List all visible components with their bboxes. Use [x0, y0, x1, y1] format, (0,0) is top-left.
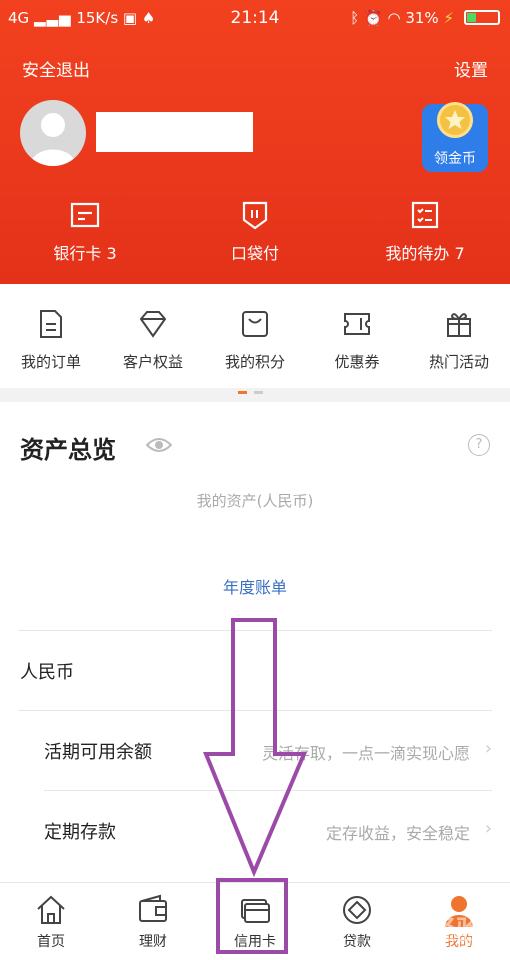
alarm-icon: ⏰: [363, 9, 383, 27]
bluetooth-icon: ᛒ: [350, 9, 360, 27]
tab-wealth-label: 理财: [139, 934, 167, 950]
home-icon: [34, 893, 68, 927]
my-assets-subtitle: 我的资产(人民币): [196, 492, 314, 510]
profile-header: 4G ▂▃▅ 15K/s ▣ ♠ 21:14 ᛒ ⏰ ◠ 31% ⚡ 安全退出 …: [0, 0, 510, 284]
chevron-right-icon: ›: [484, 818, 492, 839]
my-orders-button[interactable]: 我的订单: [0, 309, 102, 372]
tab-home-label: 首页: [37, 934, 65, 950]
annotation-arrow: [203, 618, 308, 878]
todo-button[interactable]: 我的待办 7: [340, 200, 510, 264]
page-indicator: [238, 379, 270, 398]
annual-bill-link[interactable]: 年度账单: [0, 574, 510, 598]
hot-events-label: 热门活动: [428, 353, 489, 371]
eye-icon[interactable]: [145, 436, 173, 458]
bank-card-button[interactable]: 银行卡 3: [0, 200, 170, 264]
coupons-button[interactable]: 优惠券: [306, 309, 408, 372]
settings-button[interactable]: 设置: [454, 56, 488, 81]
tab-home[interactable]: 首页: [0, 893, 102, 951]
battery-percent: 31%: [405, 9, 439, 27]
shortcut-bar: 我的订单 客户权益 我的积分 优惠券 热门活动: [0, 284, 510, 394]
tab-wealth[interactable]: 理财: [102, 893, 204, 951]
my-orders-label: 我的订单: [20, 353, 81, 371]
tab-loan-label: 贷款: [343, 934, 371, 950]
todo-icon: [410, 200, 440, 230]
collect-coin-label: 领金币: [434, 151, 476, 167]
todo-label: 我的待办 7: [385, 244, 465, 263]
charging-icon: ⚡: [443, 9, 454, 27]
customer-benefits-label: 客户权益: [122, 353, 183, 371]
status-right: ᛒ ⏰ ◠ 31% ⚡: [350, 9, 454, 27]
hot-events-button[interactable]: 热门活动: [408, 309, 510, 372]
help-icon[interactable]: ?: [468, 434, 490, 456]
avatar[interactable]: [20, 100, 86, 166]
page-dot: [254, 391, 263, 394]
coupon-icon: [342, 309, 372, 339]
pocket-pay-button[interactable]: 口袋付: [170, 200, 340, 264]
bank-card-label: 银行卡 3: [53, 244, 117, 263]
customer-benefits-button[interactable]: 客户权益: [102, 309, 204, 372]
diamond-icon: [138, 309, 168, 339]
gift-icon: [444, 309, 474, 339]
fixed-deposit-label: 定期存款: [44, 822, 116, 843]
annotation-highlight-box: [216, 878, 288, 954]
pocket-pay-icon: [240, 200, 270, 230]
wifi-icon: ◠: [387, 9, 401, 27]
currency-label: 人民币: [20, 662, 74, 683]
pocket-pay-label: 口袋付: [230, 244, 279, 263]
demand-balance-label: 活期可用余额: [44, 742, 152, 763]
my-points-label: 我的积分: [224, 353, 285, 371]
status-bar: 4G ▂▃▅ 15K/s ▣ ♠ 21:14 ᛒ ⏰ ◠ 31% ⚡: [0, 0, 510, 36]
loan-icon: [340, 893, 374, 927]
bank-card-icon: [70, 200, 100, 230]
order-icon: [36, 309, 66, 339]
avatar-silhouette-icon: [30, 113, 76, 166]
wallet-icon: [136, 893, 170, 927]
page-dot-active: [238, 391, 247, 394]
asset-overview-title: 资产总览: [20, 436, 116, 464]
points-icon: [240, 309, 270, 339]
tab-loan[interactable]: 贷款: [306, 893, 408, 951]
battery-icon: [464, 10, 500, 25]
my-points-button[interactable]: 我的积分: [204, 309, 306, 372]
collect-coin-button[interactable]: 领金币: [422, 102, 488, 172]
username-field: [96, 112, 253, 152]
fixed-deposit-desc: 定存收益，安全稳定: [325, 824, 470, 843]
watermark: 经验: [429, 916, 482, 946]
logout-button[interactable]: 安全退出: [22, 56, 90, 81]
coupons-label: 优惠券: [334, 353, 380, 371]
star-medal-icon: [437, 102, 473, 138]
chevron-right-icon: ›: [484, 738, 492, 759]
